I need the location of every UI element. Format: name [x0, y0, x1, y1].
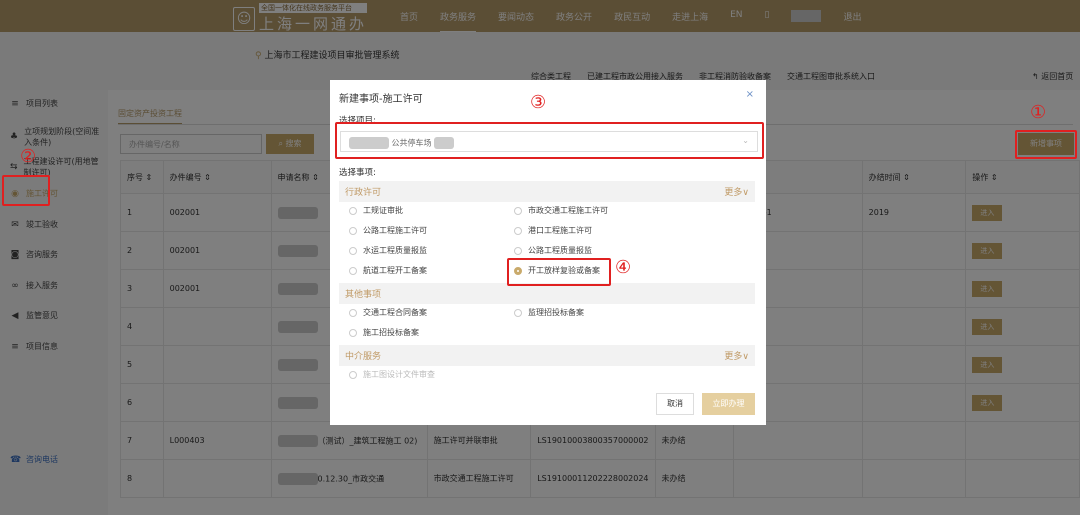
radio-icon [349, 246, 357, 255]
option-label: 市政交通工程施工许可 [528, 206, 608, 215]
option-label: 水运工程质量报监 [363, 246, 427, 255]
radio-icon [349, 308, 357, 317]
option-label: 监理招投标备案 [528, 308, 584, 317]
option-radio[interactable]: 施工图设计文件审查 [349, 369, 435, 380]
radio-icon [349, 206, 357, 215]
annotation-2: ② [20, 146, 37, 167]
category-title: 其他事项 [345, 290, 382, 300]
option-radio[interactable]: 交通工程合同备案 [349, 307, 427, 318]
category-header: 其他事项 [339, 283, 755, 304]
annotation-1: ① [1030, 102, 1047, 123]
item-label: 选择事项: [339, 168, 376, 178]
option-label: 工规证审批 [363, 206, 403, 215]
radio-icon [514, 246, 522, 255]
annotation-box-4 [507, 258, 611, 286]
option-radio[interactable]: 水运工程质量报监 [349, 245, 427, 256]
cancel-button[interactable]: 取消 [656, 393, 694, 415]
radio-icon [349, 328, 357, 337]
annotation-3: ③ [530, 92, 547, 113]
more-toggle[interactable]: 更多∨ [724, 185, 749, 198]
option-radio[interactable]: 航道工程开工备案 [349, 265, 427, 276]
annotation-box-1 [1015, 130, 1077, 159]
option-radio[interactable]: 监理招投标备案 [514, 307, 584, 318]
radio-icon [349, 370, 357, 379]
more-toggle[interactable]: 更多∨ [724, 349, 749, 362]
annotation-4: ④ [615, 257, 632, 278]
option-radio[interactable]: 公路工程质量报监 [514, 245, 592, 256]
radio-icon [349, 226, 357, 235]
category-title: 行政许可 [345, 188, 382, 198]
option-radio[interactable]: 公路工程施工许可 [349, 225, 427, 236]
category-title: 中介服务 [345, 352, 382, 362]
annotation-box-2 [2, 175, 50, 206]
option-label: 施工图设计文件审查 [363, 370, 435, 379]
option-radio[interactable]: 施工招投标备案 [349, 327, 419, 338]
category-header: 中介服务 更多∨ [339, 345, 755, 366]
radio-icon [514, 206, 522, 215]
option-label: 航道工程开工备案 [363, 266, 427, 275]
option-radio[interactable]: 工规证审批 [349, 205, 403, 216]
submit-button[interactable]: 立即办理 [702, 393, 755, 415]
radio-icon [514, 308, 522, 317]
close-icon[interactable]: × [746, 89, 754, 100]
dialog-title: 新建事项-施工许可 [339, 94, 423, 105]
option-radio[interactable]: 港口工程施工许可 [514, 225, 592, 236]
option-label: 交通工程合同备案 [363, 308, 427, 317]
option-label: 施工招投标备案 [363, 328, 419, 337]
option-label: 公路工程质量报监 [528, 246, 592, 255]
option-label: 公路工程施工许可 [363, 226, 427, 235]
radio-icon [349, 266, 357, 275]
option-radio[interactable]: 市政交通工程施工许可 [514, 205, 608, 216]
option-label: 港口工程施工许可 [528, 226, 592, 235]
category-header: 行政许可 更多∨ [339, 181, 755, 202]
annotation-box-3 [335, 122, 764, 159]
radio-icon [514, 226, 522, 235]
